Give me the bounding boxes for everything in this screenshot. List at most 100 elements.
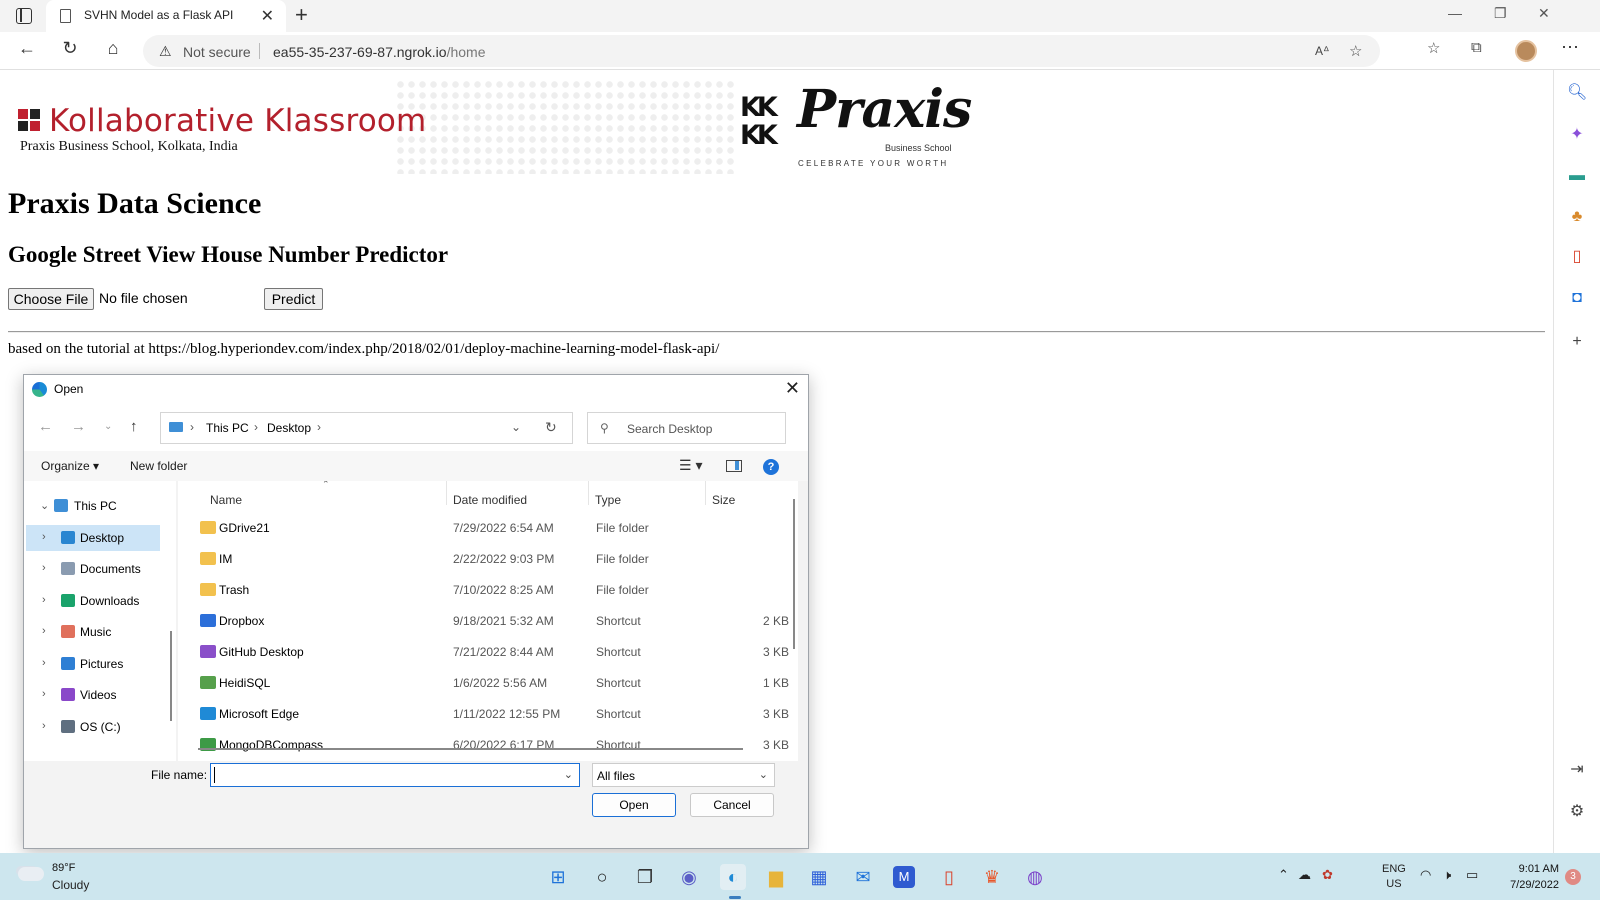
office-icon[interactable]: ▯ xyxy=(1567,247,1587,267)
chevron-down-icon[interactable]: ⌄ xyxy=(511,420,521,434)
browser-tab[interactable]: SVHN Model as a Flask API ✕ xyxy=(46,0,286,32)
home-icon[interactable]: ⌂ xyxy=(100,38,126,59)
chevron-right-icon[interactable]: › xyxy=(42,625,46,637)
column-header-name[interactable]: Name xyxy=(210,493,242,507)
microsoft-store-icon[interactable]: ▦ xyxy=(806,864,832,890)
security-label[interactable]: Not secure xyxy=(183,44,251,60)
discover-icon[interactable]: ✦ xyxy=(1567,125,1587,145)
chevron-right-icon[interactable]: › xyxy=(42,562,46,574)
back-icon[interactable]: ← xyxy=(38,418,53,435)
nav-item-os-c[interactable]: › OS (C:) xyxy=(26,714,160,740)
file-name-input[interactable]: ⌄ xyxy=(210,763,580,787)
choose-file-button[interactable]: Choose File xyxy=(8,288,94,310)
warning-icon[interactable]: ⚠ xyxy=(159,43,172,60)
tab-close-icon[interactable]: ✕ xyxy=(261,6,274,26)
file-list-scrollbar[interactable] xyxy=(790,481,798,761)
refresh-icon[interactable]: ↻ xyxy=(57,38,83,59)
office-icon[interactable]: ▯ xyxy=(936,864,962,890)
tools-icon[interactable]: ▬ xyxy=(1567,166,1587,186)
help-icon[interactable]: ? xyxy=(763,459,779,475)
edge-icon[interactable]: ◐ xyxy=(720,864,746,890)
breadcrumb-desktop[interactable]: Desktop xyxy=(267,421,311,435)
close-window-icon[interactable]: ✕ xyxy=(1538,5,1550,22)
tab-actions-icon[interactable] xyxy=(16,8,32,24)
chevron-right-icon[interactable]: › xyxy=(317,420,321,434)
address-bar[interactable]: ⚠ Not secure ea55-35-237-69-87.ngrok.io/… xyxy=(143,35,1380,67)
new-folder-button[interactable]: New folder xyxy=(130,459,187,473)
read-aloud-icon[interactable]: Aᐞ xyxy=(1315,44,1330,58)
teams-chat-icon[interactable]: ◉ xyxy=(676,864,702,890)
brave-icon[interactable]: ♛ xyxy=(979,864,1005,890)
search-input[interactable]: ⚲ Search Desktop xyxy=(587,412,786,444)
organize-button[interactable]: Organize ▾ xyxy=(41,459,99,473)
outlook-icon[interactable]: ◘ xyxy=(1567,288,1587,308)
profile-avatar[interactable] xyxy=(1515,40,1537,62)
cloud-icon[interactable] xyxy=(18,867,44,881)
recent-locations-icon[interactable]: ⌄ xyxy=(104,421,112,432)
back-icon[interactable]: ← xyxy=(14,38,40,59)
cancel-button[interactable]: Cancel xyxy=(690,793,774,817)
more-options-icon[interactable]: ⋯ xyxy=(1561,37,1579,58)
task-view-icon[interactable]: ❐ xyxy=(632,864,658,890)
restore-icon[interactable]: ❐ xyxy=(1494,5,1507,22)
wifi-icon[interactable]: ◠ xyxy=(1420,867,1431,883)
notification-badge[interactable]: 3 xyxy=(1565,869,1581,885)
horizontal-scrollbar[interactable] xyxy=(178,747,790,753)
mail-icon[interactable]: ✉ xyxy=(850,864,876,890)
clock[interactable]: 9:01 AM 7/29/2022 xyxy=(1501,861,1559,893)
search-icon[interactable]: ○ xyxy=(589,864,615,890)
nav-item-desktop[interactable]: › Desktop xyxy=(26,525,160,551)
predict-button[interactable]: Predict xyxy=(264,288,323,310)
file-type-select[interactable]: All files ⌄ xyxy=(592,763,775,787)
settings-icon[interactable]: ⚙ xyxy=(1567,802,1587,822)
search-icon[interactable]: 🔍︎ xyxy=(1567,83,1587,103)
file-row[interactable]: GDrive21 7/29/2022 6:54 AM File folder xyxy=(190,512,790,542)
nav-item-downloads[interactable]: › Downloads xyxy=(26,588,160,614)
url-text[interactable]: ea55-35-237-69-87.ngrok.io/home xyxy=(273,44,486,60)
hide-sidebar-icon[interactable]: ⇥ xyxy=(1567,760,1587,780)
weather-condition[interactable]: Cloudy xyxy=(52,878,89,892)
nav-item-pictures[interactable]: › Pictures xyxy=(26,651,160,677)
nav-item-documents[interactable]: › Documents xyxy=(26,556,160,582)
nav-item-videos[interactable]: › Videos xyxy=(26,682,160,708)
up-folder-icon[interactable]: ↑ xyxy=(130,418,138,435)
vpn-app-icon[interactable]: M xyxy=(893,866,915,888)
chevron-right-icon[interactable]: › xyxy=(42,594,46,606)
minimize-icon[interactable]: — xyxy=(1448,5,1462,21)
github-desktop-icon[interactable]: ◍ xyxy=(1022,864,1048,890)
preview-pane-icon[interactable] xyxy=(726,460,742,472)
weather-temperature[interactable]: 89°F xyxy=(52,862,75,874)
file-row[interactable]: MongoDBCompass 6/20/2022 6:17 PM Shortcu… xyxy=(190,729,790,759)
refresh-icon[interactable]: ↻ xyxy=(545,419,557,436)
language-indicator[interactable]: ENG US xyxy=(1382,862,1406,892)
favorites-icon[interactable]: ☆ xyxy=(1427,39,1440,57)
new-tab-icon[interactable]: + xyxy=(295,2,308,28)
chevron-right-icon[interactable]: › xyxy=(42,657,46,669)
file-row[interactable]: Trash 7/10/2022 8:25 AM File folder xyxy=(190,574,790,604)
forward-icon[interactable]: → xyxy=(71,418,86,435)
open-button[interactable]: Open xyxy=(592,793,676,817)
file-row[interactable]: Microsoft Edge 1/11/2022 12:55 PM Shortc… xyxy=(190,698,790,728)
volume-icon[interactable]: 🕨︎ xyxy=(1443,867,1451,883)
battery-icon[interactable]: ▭ xyxy=(1466,867,1478,883)
chevron-down-icon[interactable]: ⌄ xyxy=(40,499,49,512)
view-options-icon[interactable]: ☰ ▾ xyxy=(679,457,702,474)
file-row[interactable]: Dropbox 9/18/2021 5:32 AM Shortcut 2 KB xyxy=(190,605,790,635)
tray-app-icon[interactable]: ✿ xyxy=(1322,867,1333,883)
column-header-type[interactable]: Type xyxy=(595,493,621,507)
windows-start-icon[interactable]: ⊞ xyxy=(545,864,571,890)
onedrive-icon[interactable]: ☁ xyxy=(1298,867,1311,883)
games-icon[interactable]: ♣ xyxy=(1567,207,1587,227)
nav-scrollbar[interactable] xyxy=(168,481,176,761)
collections-icon[interactable]: ⧉ xyxy=(1471,39,1482,56)
breadcrumb[interactable]: › This PC › Desktop › ⌄ ↻ xyxy=(160,412,573,444)
nav-item-this-pc[interactable]: ⌄ This PC xyxy=(26,493,160,519)
file-row[interactable]: GitHub Desktop 7/21/2022 8:44 AM Shortcu… xyxy=(190,636,790,666)
chevron-right-icon[interactable]: › xyxy=(42,688,46,700)
chevron-up-icon[interactable]: ⌃ xyxy=(1278,867,1289,883)
chevron-right-icon[interactable]: › xyxy=(42,531,46,543)
file-explorer-icon[interactable]: ▆ xyxy=(763,864,789,890)
column-divider[interactable] xyxy=(705,481,706,505)
add-favorite-icon[interactable]: ☆ xyxy=(1349,42,1362,60)
file-row[interactable]: IM 2/22/2022 9:03 PM File folder xyxy=(190,543,790,573)
